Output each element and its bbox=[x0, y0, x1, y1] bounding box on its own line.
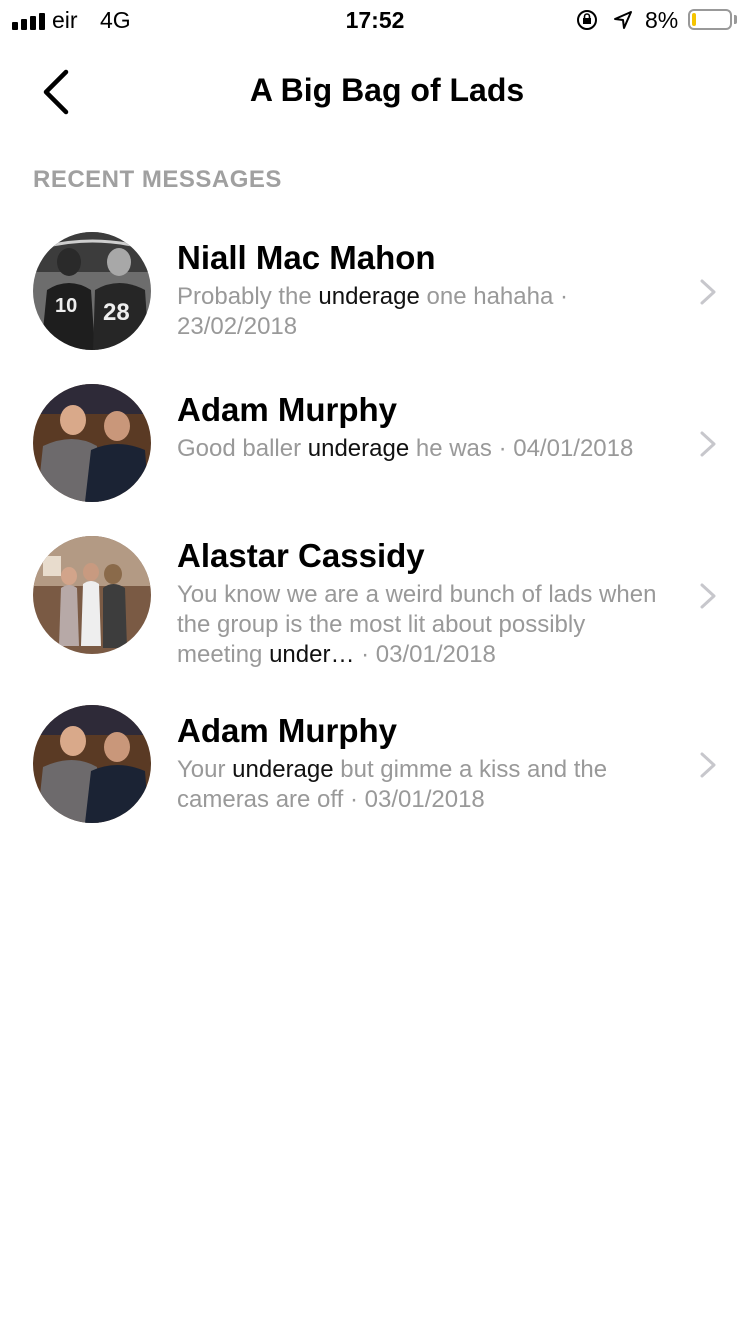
avatar: 10 28 bbox=[33, 232, 151, 350]
page-title: A Big Bag of Lads bbox=[249, 72, 525, 108]
orientation-lock-icon bbox=[577, 10, 597, 30]
message-preview: You know we are a weird bunch of lads wh… bbox=[177, 580, 657, 670]
chevron-right-icon bbox=[700, 279, 716, 305]
message-date: · 04/01/2018 bbox=[491, 435, 634, 462]
battery-percent: 8% bbox=[645, 7, 679, 33]
message-date: · 03/01/2018 bbox=[354, 641, 496, 668]
message-text: Niall Mac Mahon Probably the underage on… bbox=[177, 238, 657, 342]
sender-name: Alastar Cassidy bbox=[177, 537, 425, 574]
message-preview: Good baller underage he was · 04/01/2018 bbox=[177, 434, 657, 464]
svg-text:10: 10 bbox=[55, 295, 77, 317]
sender-name: Niall Mac Mahon bbox=[177, 239, 436, 276]
chevron-right-icon bbox=[700, 431, 716, 457]
message-row[interactable]: Adam Murphy Your underage but gimme a ki… bbox=[0, 703, 750, 825]
battery-tip bbox=[734, 15, 737, 24]
preview-text: Your bbox=[177, 756, 233, 783]
search-keyword: under… bbox=[269, 641, 355, 668]
message-preview: Probably the underage one hahaha · 23/02… bbox=[177, 282, 657, 342]
search-keyword: underage bbox=[307, 435, 410, 462]
section-header: RECENT MESSAGES bbox=[33, 166, 282, 193]
preview-text: Probably the bbox=[177, 283, 319, 310]
status-bar: eir 4G 17:52 8% bbox=[0, 0, 750, 42]
battery-level-fill bbox=[692, 13, 696, 26]
message-preview: Your underage but gimme a kiss and the c… bbox=[177, 755, 657, 815]
message-row[interactable]: Alastar Cassidy You know we are a weird … bbox=[0, 534, 750, 676]
preview-text: Good baller bbox=[177, 435, 308, 462]
avatar bbox=[33, 536, 151, 654]
preview-text: one hahaha bbox=[419, 283, 554, 310]
location-icon bbox=[614, 11, 632, 29]
search-keyword: underage bbox=[232, 756, 334, 783]
message-date: · 03/01/2018 bbox=[343, 786, 485, 813]
message-text: Adam Murphy Your underage but gimme a ki… bbox=[177, 711, 657, 815]
sender-name: Adam Murphy bbox=[177, 712, 398, 749]
status-time: 17:52 bbox=[345, 7, 405, 33]
search-keyword: underage bbox=[318, 283, 420, 310]
message-text: Adam Murphy Good baller underage he was … bbox=[177, 390, 657, 464]
battery-icon bbox=[688, 9, 732, 30]
message-text: Alastar Cassidy You know we are a weird … bbox=[177, 536, 657, 670]
svg-text:28: 28 bbox=[103, 299, 130, 326]
sender-name: Adam Murphy bbox=[177, 391, 398, 428]
avatar bbox=[33, 384, 151, 502]
chevron-right-icon bbox=[700, 752, 716, 778]
message-row[interactable]: 10 28 Niall Mac Mahon Probably the under… bbox=[0, 230, 750, 352]
preview-text: he was bbox=[409, 435, 492, 462]
chevron-right-icon bbox=[700, 583, 716, 609]
avatar bbox=[33, 705, 151, 823]
message-row[interactable]: Adam Murphy Good baller underage he was … bbox=[0, 382, 750, 504]
